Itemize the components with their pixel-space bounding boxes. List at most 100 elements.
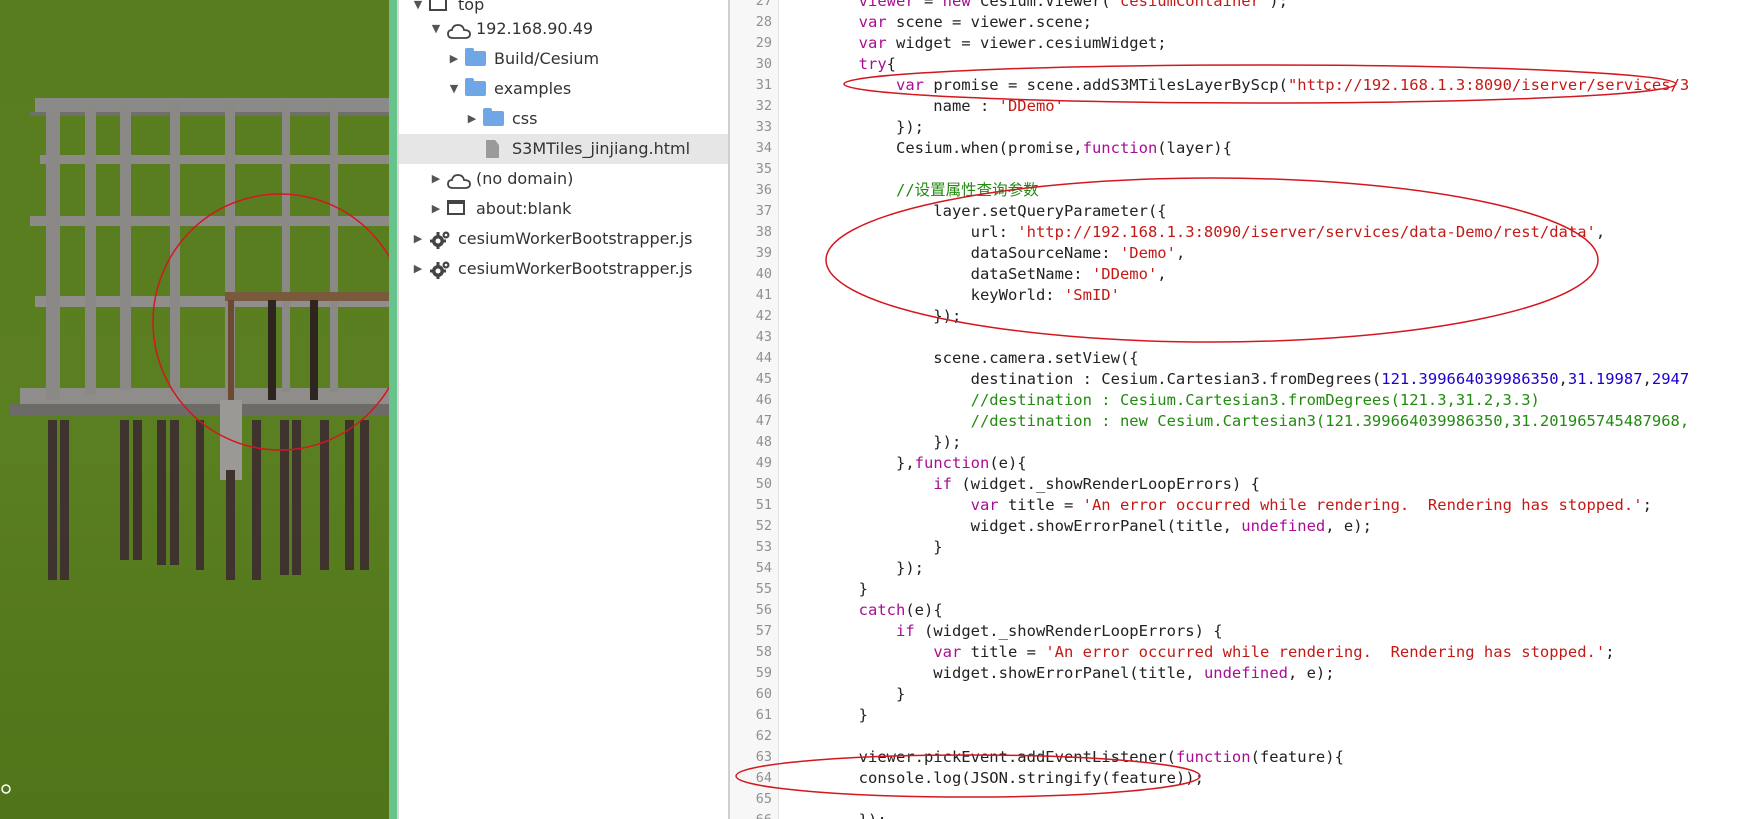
line-number: 61 bbox=[755, 707, 772, 723]
code-line: }); bbox=[784, 559, 924, 577]
tree-item[interactable]: ▶ about:blank bbox=[429, 194, 572, 224]
tree-item-label: css bbox=[512, 109, 538, 128]
code-line: dataSetName: 'DDemo', bbox=[784, 265, 1167, 283]
code-line: url: 'http://192.168.1.3:8090/iserver/se… bbox=[784, 223, 1606, 241]
line-number: 50 bbox=[755, 476, 772, 492]
code-line: //destination : new Cesium.Cartesian3(12… bbox=[970, 412, 1690, 430]
chevron-down-icon[interactable]: ▼ bbox=[411, 0, 425, 20]
line-number: 36 bbox=[755, 182, 772, 198]
chevron-down-icon[interactable]: ▼ bbox=[447, 74, 461, 104]
tree-item[interactable]: ▶ cesiumWorkerBootstrapper.js bbox=[411, 224, 692, 254]
tab-icon bbox=[429, 0, 451, 14]
code-line: keyWorld: 'SmID' bbox=[784, 286, 1120, 304]
line-number: 37 bbox=[755, 203, 772, 219]
line-number: 57 bbox=[755, 623, 772, 639]
line-number: 41 bbox=[755, 287, 772, 303]
line-number: 30 bbox=[755, 56, 772, 72]
code-line: var promise = scene.addS3MTilesLayerBySc… bbox=[895, 76, 1690, 94]
code-line: dataSourceName: 'Demo', bbox=[784, 244, 1186, 262]
code-line: console.log(JSON.stringify(feature)); bbox=[784, 769, 1204, 787]
line-number: 27 bbox=[755, 0, 772, 9]
tree-item[interactable]: ▶ cesiumWorkerBootstrapper.js bbox=[411, 254, 692, 284]
line-number: 35 bbox=[755, 161, 772, 177]
line-number: 64 bbox=[755, 770, 772, 786]
line-number: 34 bbox=[755, 140, 772, 156]
cloud-icon bbox=[447, 20, 471, 39]
code-line: //设置属性查询参数 bbox=[895, 181, 1039, 199]
code-line: }); bbox=[784, 810, 887, 819]
line-number: 33 bbox=[755, 119, 772, 135]
tree-item[interactable]: ▼ 192.168.90.49 bbox=[429, 14, 593, 44]
code-line: var scene = viewer.scene; bbox=[858, 13, 1092, 31]
chevron-right-icon[interactable]: ▶ bbox=[465, 104, 479, 134]
code-line: } bbox=[784, 706, 868, 724]
chevron-right-icon[interactable]: ▶ bbox=[411, 224, 425, 254]
chevron-right-icon[interactable]: ▶ bbox=[447, 44, 461, 74]
code-line: } bbox=[784, 580, 868, 598]
line-number: 38 bbox=[755, 224, 772, 240]
chevron-right-icon[interactable]: ▶ bbox=[429, 164, 443, 194]
folder-icon bbox=[465, 48, 487, 68]
code-line: //destination : Cesium.Cartesian3.fromDe… bbox=[970, 391, 1540, 409]
tree-item-label: examples bbox=[494, 79, 572, 98]
chevron-right-icon[interactable]: ▶ bbox=[429, 194, 443, 224]
code-line: catch(e){ bbox=[858, 601, 943, 619]
code-line: },function(e){ bbox=[784, 454, 1027, 472]
tree-item-label: 192.168.90.49 bbox=[476, 19, 594, 38]
tree-item[interactable]: ▶ css bbox=[465, 104, 537, 134]
line-number: 63 bbox=[755, 749, 772, 765]
code-line: if (widget._showRenderLoopErrors) { bbox=[933, 475, 1260, 493]
tree-item[interactable]: ▶ (no domain) bbox=[429, 164, 573, 194]
code-line: }); bbox=[784, 118, 924, 136]
line-number: 60 bbox=[755, 686, 772, 702]
line-number: 54 bbox=[755, 560, 772, 576]
tree-item-label: Build/Cesium bbox=[494, 49, 600, 68]
source-code-editor[interactable]: 27 28 29 30 31 32 33 34 35 36 37 38 39 40 41 42 43 44 45 46… bbox=[730, 0, 1739, 819]
tree-item[interactable]: ▶ Build/Cesium bbox=[447, 44, 599, 74]
folder-icon bbox=[483, 108, 505, 128]
code-line: name : 'DDemo' bbox=[784, 97, 1064, 115]
line-number: 39 bbox=[755, 245, 772, 261]
code-line: viewer.pickEvent.addEventListener(functi… bbox=[784, 748, 1344, 766]
line-number: 47 bbox=[755, 413, 772, 429]
line-number: 44 bbox=[755, 350, 772, 366]
folder-icon bbox=[465, 78, 487, 98]
gear-icon bbox=[429, 230, 451, 249]
line-number: 42 bbox=[755, 308, 772, 324]
code-line: Cesium.when(promise,function(layer){ bbox=[784, 139, 1232, 157]
tree-item[interactable]: S3MTiles_jinjiang.html bbox=[399, 134, 728, 164]
panel-splitter[interactable] bbox=[389, 0, 397, 819]
code-line: if (widget._showRenderLoopErrors) { bbox=[895, 622, 1223, 640]
code-line: } bbox=[784, 538, 943, 556]
line-number: 45 bbox=[755, 371, 772, 387]
code-line: var title = 'An error occurred while ren… bbox=[970, 496, 1652, 514]
line-number: 32 bbox=[755, 98, 772, 114]
code-line: var widget = viewer.cesiumWidget; bbox=[858, 34, 1167, 52]
line-number: 65 bbox=[755, 791, 772, 807]
line-number: 58 bbox=[755, 644, 772, 660]
bim-structure-render bbox=[1, 98, 389, 794]
line-number: 59 bbox=[755, 665, 772, 681]
tree-item[interactable]: ▼ examples bbox=[447, 74, 571, 104]
line-number: 56 bbox=[755, 602, 772, 618]
chevron-down-icon[interactable]: ▼ bbox=[429, 14, 443, 44]
cesium-3d-viewport[interactable] bbox=[0, 0, 389, 819]
line-number: 40 bbox=[755, 266, 772, 282]
code-line: scene.camera.setView({ bbox=[784, 349, 1139, 367]
tree-item-label: (no domain) bbox=[476, 169, 574, 188]
line-number: 62 bbox=[755, 728, 772, 744]
code-line: layer.setQueryParameter({ bbox=[784, 202, 1167, 220]
cloud-icon bbox=[447, 170, 471, 189]
chevron-right-icon[interactable]: ▶ bbox=[411, 254, 425, 284]
tree-item-label: about:blank bbox=[476, 199, 572, 218]
code-line: widget.showErrorPanel(title, undefined, … bbox=[784, 664, 1335, 682]
code-line: viewer = new Cesium.Viewer('cesiumContai… bbox=[858, 0, 1288, 10]
code-line: try{ bbox=[858, 55, 896, 73]
line-number: 49 bbox=[755, 455, 772, 471]
tree-item-label: cesiumWorkerBootstrapper.js bbox=[458, 229, 693, 248]
tree-item-label: cesiumWorkerBootstrapper.js bbox=[458, 259, 693, 278]
tree-item-label: S3MTiles_jinjiang.html bbox=[512, 139, 691, 158]
line-number-gutter: 27 28 29 30 31 32 33 34 35 36 37 38 39 40 41 42 43 44 45 46… bbox=[730, 0, 779, 819]
line-number: 51 bbox=[755, 497, 772, 513]
code-line: } bbox=[784, 685, 906, 703]
